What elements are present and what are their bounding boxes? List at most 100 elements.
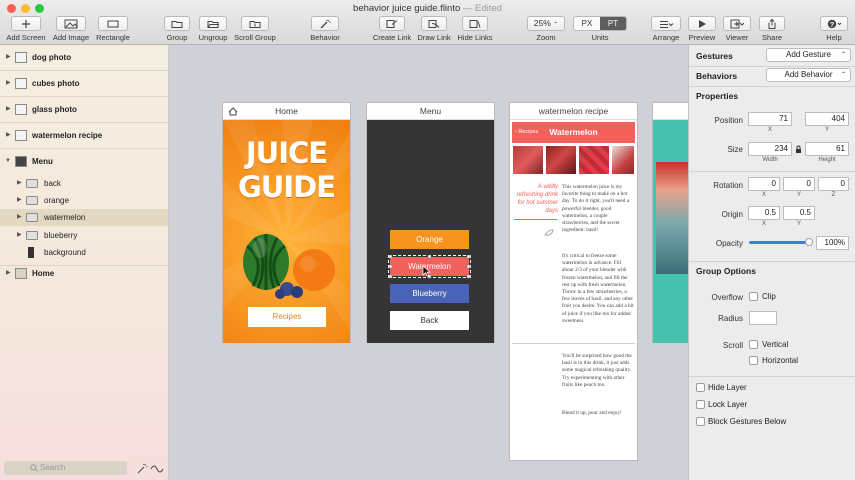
position-y-field[interactable]: 404 [805, 112, 849, 126]
layer-row-orange[interactable]: ▶ orange [0, 192, 168, 209]
hide-links-button[interactable]: Hide Links [456, 16, 494, 42]
screen-home[interactable]: Home JUICE GUIDE Recipes [222, 102, 351, 343]
layer-row-watermelon-recipe[interactable]: ▶ watermelon recipe [0, 127, 168, 144]
ungroup-button[interactable]: Ungroup [197, 16, 229, 42]
block-gestures-checkbox[interactable] [696, 417, 705, 426]
hide-layer-checkbox[interactable] [696, 383, 705, 392]
disclosure-right-icon[interactable]: ▶ [6, 127, 11, 144]
rectangle-button[interactable]: Rectangle [94, 16, 132, 42]
hide-layer-label: Hide Layer [708, 383, 747, 392]
disclosure-right-icon[interactable]: ▶ [6, 265, 11, 282]
rotation-x-field[interactable]: 0 [748, 177, 780, 191]
app-window: behavior juice guide.flinto — Edited Add… [0, 0, 855, 480]
add-behavior-dropdown[interactable]: Add Behavior ⌃ [766, 68, 851, 82]
position-x-field[interactable]: 71 [748, 112, 792, 126]
units-pt[interactable]: PT [600, 17, 626, 30]
layers-sidebar: ▶ dog photo ▶ cubes photo ▶ glass photo … [0, 45, 169, 480]
layer-row-menu[interactable]: ▼ Menu [0, 153, 168, 170]
add-gesture-dropdown[interactable]: Add Gesture ⌃ [766, 48, 851, 62]
layer-row-dog-photo[interactable]: ▶ dog photo [0, 49, 168, 66]
clip-checkbox[interactable] [749, 292, 758, 301]
headline-juice: JUICE [245, 136, 328, 170]
arrange-icon [651, 16, 681, 31]
layer-row-back[interactable]: ▶ back [0, 175, 168, 192]
viewer-button[interactable]: Viewer [722, 16, 752, 42]
help-label: Help [826, 33, 842, 42]
share-button[interactable]: Share [758, 16, 786, 42]
layer-label: dog photo [32, 53, 72, 62]
layer-label: background [44, 248, 86, 257]
disclosure-down-icon[interactable]: ▼ [5, 153, 11, 170]
layer-row-blueberry[interactable]: ▶ blueberry [0, 227, 168, 244]
disclosure-right-icon[interactable]: ▶ [17, 227, 22, 244]
group-button[interactable]: Group [163, 16, 191, 42]
create-link-button[interactable]: Create Link [371, 16, 413, 42]
rotation-y-field[interactable]: 0 [783, 177, 815, 191]
layer-row-watermelon[interactable]: ▶ watermelon [0, 209, 168, 226]
width-field[interactable]: 234 [748, 142, 792, 156]
vertical-scroll-checkbox[interactable] [749, 340, 758, 349]
layer-row-background[interactable]: background [0, 244, 168, 261]
scroll-folder-icon [241, 16, 269, 31]
origin-x-field[interactable]: 0.5 [748, 206, 780, 220]
radius-field[interactable] [749, 311, 777, 325]
fruit-illustration [243, 234, 335, 299]
arrange-button[interactable]: Arrange [650, 16, 682, 42]
lock-layer-checkbox[interactable] [696, 400, 705, 409]
zoom-value: 25% [533, 18, 551, 28]
block-gestures-label: Block Gestures Below [708, 417, 787, 426]
zoom-select[interactable]: 25% ⌃ [527, 16, 565, 31]
share-icon [759, 16, 785, 31]
window-title: behavior juice guide.flinto — Edited [0, 3, 855, 14]
disclosure-right-icon[interactable]: ▶ [17, 209, 22, 226]
layer-label: cubes photo [32, 79, 80, 88]
units-label: Units [591, 33, 609, 42]
screen-watermelon-recipe[interactable]: watermelon recipe ‹ Recipes Watermelon A… [509, 102, 638, 461]
disclosure-right-icon[interactable]: ▶ [17, 175, 22, 192]
recipes-back-link[interactable]: ‹ Recipes [515, 122, 538, 143]
disclosure-right-icon[interactable]: ▶ [6, 75, 11, 92]
zoom-control[interactable]: 25% ⌃ Zoom [526, 16, 566, 42]
horizontal-scroll-checkbox[interactable] [749, 356, 758, 365]
help-button[interactable]: ? Help [820, 16, 848, 42]
disclosure-right-icon[interactable]: ▶ [6, 101, 11, 118]
add-screen-button[interactable]: Add Screen [5, 16, 47, 42]
add-image-button[interactable]: Add Image [50, 16, 92, 42]
behavior-button[interactable]: Behavior [308, 16, 342, 42]
opacity-slider[interactable] [749, 238, 813, 246]
disclosure-right-icon[interactable]: ▶ [17, 192, 22, 209]
layer-row-glass-photo[interactable]: ▶ glass photo [0, 101, 168, 118]
help-icon: ? [820, 16, 848, 31]
inspector-panel: Gestures Add Gesture ⌃ Behaviors Add Beh… [688, 45, 855, 480]
layer-label: Home [32, 269, 55, 278]
layer-row-home[interactable]: ▶ Home [0, 265, 168, 282]
origin-y-field[interactable]: 0.5 [783, 206, 815, 220]
rotation-z-field[interactable]: 0 [818, 177, 849, 191]
behaviors-heading: Behaviors [696, 71, 738, 81]
divider [689, 171, 855, 172]
orange-button[interactable]: Orange [390, 230, 469, 249]
preview-button[interactable]: Preview [687, 16, 717, 42]
back-button[interactable]: Back [390, 311, 469, 330]
link-filter-icon[interactable] [150, 464, 164, 473]
opacity-field[interactable]: 100% [816, 236, 849, 250]
search-input[interactable]: Search [4, 461, 127, 475]
screen-partial[interactable] [652, 102, 689, 343]
draw-link-label: Draw Link [417, 33, 451, 42]
partial-screen-photo [656, 162, 689, 274]
opacity-slider-knob[interactable] [805, 238, 813, 246]
disclosure-right-icon[interactable]: ▶ [6, 49, 11, 66]
height-field[interactable]: 61 [805, 142, 849, 156]
chevron-updown-icon: ⌃ [840, 52, 846, 58]
blueberry-button[interactable]: Blueberry [390, 284, 469, 303]
lock-icon[interactable] [795, 145, 802, 154]
menu-background: Orange Watermelon Blueberry Back [367, 120, 494, 343]
recipes-button[interactable]: Recipes [248, 307, 326, 327]
draw-link-button[interactable]: Draw Link [416, 16, 452, 42]
scroll-group-button[interactable]: Scroll Group [233, 16, 277, 42]
add-screen-label: Add Screen [6, 33, 46, 42]
screen-menu[interactable]: Menu Orange Watermelon Blueberry Back [366, 102, 495, 343]
units-px[interactable]: PX [574, 17, 600, 30]
magic-wand-filter-icon[interactable] [136, 463, 148, 474]
layer-row-cubes-photo[interactable]: ▶ cubes photo [0, 75, 168, 92]
